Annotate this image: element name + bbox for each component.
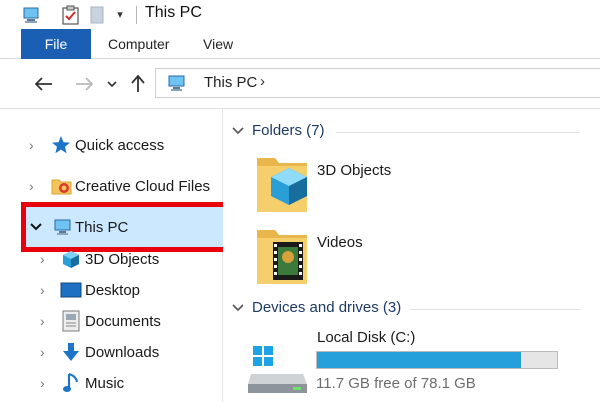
group-divider: [336, 132, 580, 133]
title-separator: [136, 6, 137, 24]
sidebar-item-label: Quick access: [75, 136, 165, 154]
windows-drive-icon[interactable]: [247, 344, 309, 394]
expand-chevron-icon[interactable]: ›: [29, 137, 34, 153]
sidebar-item-quick-access[interactable]: › Quick access: [0, 130, 222, 160]
sidebar-item-label: 3D Objects: [85, 250, 160, 268]
drive-free-space: 11.7 GB free of 78.1 GB: [316, 375, 476, 392]
sidebar-item-music[interactable]: › Music: [0, 368, 222, 398]
recent-locations-dropdown-icon[interactable]: [104, 72, 120, 96]
sidebar-item-documents[interactable]: › Documents: [0, 306, 222, 336]
address-computer-icon: [164, 74, 188, 97]
address-path[interactable]: This PC: [204, 74, 257, 91]
window-title: This PC: [145, 4, 202, 21]
sidebar-item-label: Creative Cloud Files: [75, 177, 211, 195]
videos-folder-icon[interactable]: [255, 224, 311, 286]
expand-chevron-icon[interactable]: ›: [40, 344, 45, 360]
drive-label[interactable]: Local Disk (C:): [317, 329, 415, 346]
drive-usage-bar: [316, 351, 558, 369]
drive-usage-fill: [317, 352, 521, 368]
navigation-bar: This PC ›: [0, 59, 600, 109]
group-header-folders[interactable]: Folders (7): [232, 122, 325, 139]
folder-label[interactable]: 3D Objects: [317, 162, 391, 179]
group-label: Devices and drives (3): [252, 299, 402, 316]
properties-check-icon[interactable]: [60, 0, 82, 29]
desktop-icon: [60, 280, 82, 300]
music-note-icon: [62, 372, 80, 394]
group-divider: [410, 309, 580, 310]
up-button[interactable]: [128, 72, 148, 96]
expand-chevron-icon[interactable]: ›: [40, 313, 45, 329]
address-chevron-icon[interactable]: ›: [260, 73, 265, 90]
tab-computer[interactable]: Computer: [108, 29, 169, 59]
address-bar[interactable]: This PC ›: [155, 68, 600, 98]
expand-chevron-icon[interactable]: ›: [40, 282, 45, 298]
new-folder-icon[interactable]: [88, 0, 106, 29]
expand-chevron-icon[interactable]: ›: [40, 375, 45, 391]
sidebar-item-label: Downloads: [85, 343, 160, 361]
ribbon-tabs: File Computer View: [0, 29, 600, 59]
title-bar: ▾ This PC: [0, 0, 600, 29]
3d-objects-folder-icon[interactable]: [255, 150, 311, 214]
document-icon: [61, 310, 81, 332]
customize-quick-access-dropdown-icon[interactable]: ▾: [112, 0, 128, 29]
group-header-devices[interactable]: Devices and drives (3): [232, 299, 401, 316]
sidebar-item-label: Documents: [85, 312, 161, 330]
collapse-chevron-icon[interactable]: [232, 300, 244, 315]
forward-button[interactable]: [72, 72, 96, 96]
group-label: Folders (7): [252, 122, 325, 139]
folder-label[interactable]: Videos: [317, 234, 363, 251]
creative-cloud-folder-icon: [51, 176, 73, 196]
sidebar-item-label: Desktop: [85, 281, 141, 299]
star-icon: [51, 135, 71, 155]
sidebar-item-desktop[interactable]: › Desktop: [0, 275, 222, 305]
back-button[interactable]: [32, 72, 56, 96]
expand-chevron-icon[interactable]: ›: [40, 251, 45, 267]
cube-icon: [61, 249, 81, 269]
sidebar-item-3d-objects[interactable]: › 3D Objects: [0, 244, 222, 274]
sidebar-item-label: Music: [85, 374, 125, 392]
tab-file[interactable]: File: [21, 29, 91, 59]
expand-chevron-icon[interactable]: ›: [29, 178, 34, 194]
tab-view[interactable]: View: [203, 29, 233, 59]
sidebar-item-creative-cloud-files[interactable]: › Creative Cloud Files: [0, 171, 222, 201]
computer-icon: [20, 0, 44, 29]
sidebar-item-downloads[interactable]: › Downloads: [0, 337, 222, 367]
collapse-chevron-icon[interactable]: [232, 123, 244, 138]
download-arrow-icon: [61, 341, 81, 363]
